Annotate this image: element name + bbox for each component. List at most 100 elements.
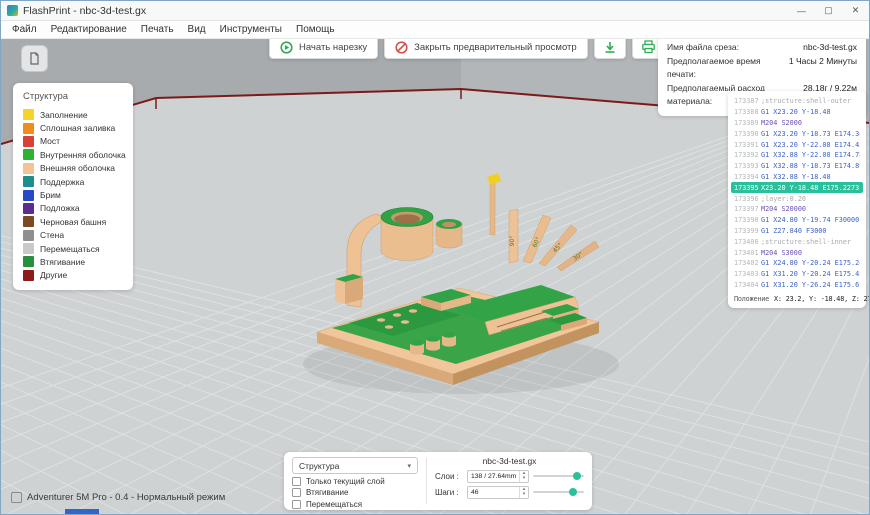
slider-handle[interactable] (573, 472, 581, 480)
legend-item: Внутренняя оболочка (23, 148, 123, 161)
minimize-button[interactable]: — (788, 1, 815, 20)
legend-item: Подложка (23, 202, 123, 215)
menu-print[interactable]: Печать (134, 21, 181, 38)
gcode-line[interactable]: 173394G1 X32.88 Y-18.48 (731, 172, 863, 183)
layers-input[interactable]: 138 / 27.64mm ▴ ▾ (467, 470, 529, 483)
view-mode-value: Структура (299, 461, 339, 471)
menu-edit[interactable]: Редактирование (44, 21, 134, 38)
printer-icon (641, 40, 656, 54)
info-label: Предполагаемое время печати: (667, 55, 789, 82)
gcode-line[interactable]: 173404G1 X31.20 Y-26.24 E175.6752 (731, 280, 863, 291)
gcode-line[interactable]: 173400;structure:shell-inner (731, 236, 863, 247)
title-bar: FlashPrint - nbc-3d-test.gx — ▢ ✕ (1, 1, 869, 21)
gcode-line[interactable]: 173399G1 Z27.840 F3000 (731, 226, 863, 237)
gcode-line[interactable]: 173397M204 S20000 (731, 204, 863, 215)
legend-item: Заполнение (23, 108, 123, 121)
info-row: Предполагаемое время печати: 1 Часы 2 Ми… (667, 55, 857, 82)
steps-label: Шаги : (435, 488, 463, 497)
cancel-icon (395, 41, 408, 54)
info-value: nbc-3d-test.gx (803, 41, 857, 55)
steps-stepper[interactable]: ▴ ▾ (519, 487, 528, 498)
gcode-line[interactable]: 173387;structure:shell-outer (731, 96, 863, 107)
steps-slider[interactable] (533, 485, 584, 499)
download-icon (603, 40, 617, 54)
preview-controls-panel: Структура ▾ Только текущий слой Втягиван… (284, 452, 592, 510)
legend-item: Сплошная заливка (23, 121, 123, 134)
gcode-line[interactable]: 173403G1 X31.20 Y-20.24 E175.4580 (731, 269, 863, 280)
legend-swatch (23, 203, 34, 214)
legend-swatch (23, 163, 34, 174)
menu-tools[interactable]: Инструменты (213, 21, 289, 38)
info-value: 1 Часы 2 Минуты (789, 55, 857, 82)
legend-swatch (23, 123, 34, 134)
gcode-line-selected[interactable]: 173395X23.20 Y-18.48 E175.2273 (731, 182, 863, 193)
position-label: Положение (734, 295, 769, 303)
slider-handle[interactable] (569, 488, 577, 496)
gcode-line[interactable]: 173391G1 X23.20 Y-22.08 E174.4538 (731, 139, 863, 150)
menu-bar: Файл Редактирование Печать Вид Инструмен… (1, 21, 869, 39)
legend-item: Брим (23, 188, 123, 201)
slice-play-icon (280, 41, 293, 54)
chevron-down-icon: ▾ (407, 462, 411, 470)
gcode-line[interactable]: 173389M204 S2000 (731, 118, 863, 129)
structure-legend-panel: Структура Заполнение Сплошная заливка Мо… (13, 83, 133, 290)
start-slice-label: Начать нарезку (299, 42, 367, 53)
checkbox-icon (292, 477, 301, 486)
legend-item: Стена (23, 229, 123, 242)
flashprint-window: 90° 60° 45° 30° (0, 0, 870, 515)
machine-status-text: Adventurer 5M Pro - 0.4 - Нормальный реж… (27, 492, 225, 503)
gcode-line[interactable]: 173398G1 X24.80 Y-19.74 F30000 (731, 215, 863, 226)
legend-item: Перемещаться (23, 242, 123, 255)
legend-item: Поддержка (23, 175, 123, 188)
legend-item: Втягивание (23, 255, 123, 268)
layers-slider[interactable] (533, 469, 584, 483)
gcode-line[interactable]: 173392G1 X32.88 Y-22.08 E174.7827 (731, 150, 863, 161)
retraction-checkbox[interactable]: Втягивание (292, 488, 418, 497)
document-icon (28, 52, 41, 65)
legend-swatch (23, 270, 34, 281)
angle-label: 90° (509, 236, 516, 247)
gcode-line[interactable]: 173393G1 X32.88 Y-18.73 E174.8962 (731, 161, 863, 172)
menu-help[interactable]: Помощь (289, 21, 342, 38)
legend-swatch (23, 243, 34, 254)
only-current-layer-checkbox[interactable]: Только текущий слой (292, 477, 418, 486)
legend-swatch (23, 176, 34, 187)
layers-stepper[interactable]: ▴ ▾ (519, 471, 528, 482)
legend-item: Внешняя оболочка (23, 162, 123, 175)
legend-swatch (23, 216, 34, 227)
machine-icon (11, 492, 22, 503)
taskbar-fragment (65, 509, 99, 515)
menu-file[interactable]: Файл (5, 21, 44, 38)
view-mode-select[interactable]: Структура ▾ (292, 457, 418, 474)
gcode-line[interactable]: 173388G1 X23.20 Y-18.48 (731, 107, 863, 118)
steps-input[interactable]: 46 ▴ ▾ (467, 486, 529, 499)
legend-swatch (23, 149, 34, 160)
travel-checkbox[interactable]: Перемещаться (292, 500, 418, 509)
legend-swatch (23, 230, 34, 241)
close-button[interactable]: ✕ (842, 1, 869, 20)
info-label: Имя файла среза: (667, 41, 739, 55)
app-logo-icon (7, 5, 18, 16)
gcode-line[interactable]: 173401M204 S3000 (731, 247, 863, 258)
position-readout: Положение X: 23.2, Y: -18.48, Z: 27.84 (731, 295, 863, 303)
legend-item: Черновая башня (23, 215, 123, 228)
legend-swatch (23, 109, 34, 120)
menu-view[interactable]: Вид (181, 21, 213, 38)
machine-status[interactable]: Adventurer 5M Pro - 0.4 - Нормальный реж… (11, 492, 225, 503)
checkbox-icon (292, 500, 301, 509)
step-down-icon: ▾ (523, 492, 526, 498)
legend-item: Другие (23, 269, 123, 282)
step-down-icon: ▾ (523, 476, 526, 482)
maximize-button[interactable]: ▢ (815, 1, 842, 20)
position-value: X: 23.2, Y: -18.48, Z: 27.84 (774, 295, 870, 303)
load-file-button[interactable] (21, 45, 48, 72)
checkbox-icon (292, 488, 301, 497)
gcode-line[interactable]: 173396;layer:0.20 (731, 193, 863, 204)
gcode-line[interactable]: 173390G1 X23.20 Y-18.73 E174.3402 (731, 128, 863, 139)
layers-label: Слои : (435, 472, 463, 481)
legend-swatch (23, 136, 34, 147)
legend-swatch (23, 190, 34, 201)
gcode-line[interactable]: 173402G1 X24.80 Y-20.24 E175.2409 (731, 258, 863, 269)
legend-title: Структура (23, 91, 123, 102)
close-preview-label: Закрыть предварительный просмотр (414, 42, 577, 53)
